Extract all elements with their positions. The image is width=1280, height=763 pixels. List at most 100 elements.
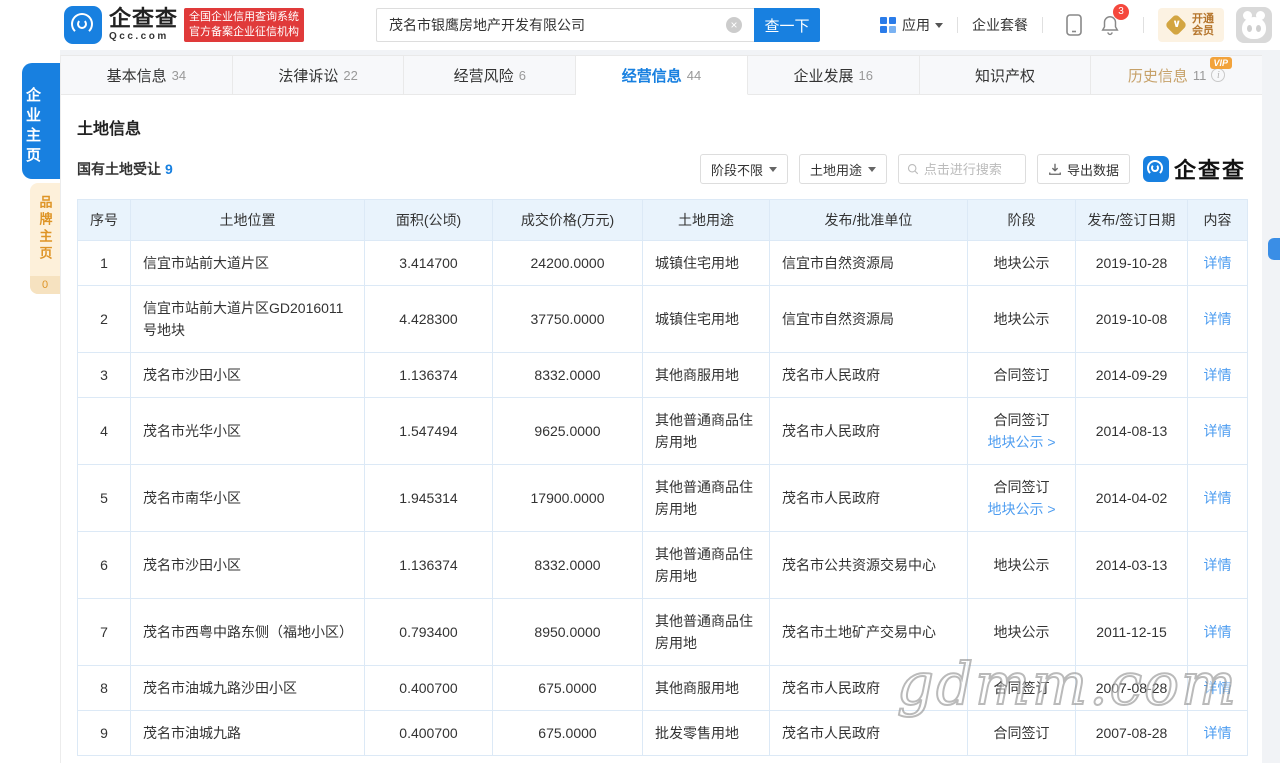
tab-2[interactable]: 法律诉讼 22 <box>232 56 405 95</box>
stage-filter-dropdown[interactable]: 阶段不限 <box>699 154 788 184</box>
cell-authority: 信宜市自然资源局 <box>769 285 968 353</box>
cell-price: 24200.0000 <box>492 240 643 286</box>
cell-date: 2019-10-28 <box>1075 240 1188 286</box>
notification-bell-icon[interactable]: 3 <box>1099 4 1129 37</box>
cell-location: 信宜市站前大道片区GD2016011号地块 <box>130 285 365 353</box>
side-float-button[interactable] <box>1268 238 1280 260</box>
clear-icon[interactable]: × <box>726 17 743 33</box>
tab-7[interactable]: 历史信息 11 VIP i <box>1091 56 1263 95</box>
cell-date: 2014-04-02 <box>1075 464 1188 532</box>
detail-link[interactable]: 详情 <box>1204 624 1232 640</box>
table-row: 8 茂名市油城九路沙田小区 0.400700 675.0000 其他商服用地 茂… <box>77 665 1248 711</box>
column-header: 土地用途 <box>642 199 770 241</box>
detail-link[interactable]: 详情 <box>1204 680 1232 696</box>
cell-index: 6 <box>77 531 131 599</box>
cell-location: 茂名市油城九路沙田小区 <box>130 665 365 711</box>
filter-bar: 阶段不限 土地用途 导出数据 企查查 <box>689 153 1246 185</box>
cell-stage: 合同签订 地块公示 > <box>967 397 1076 465</box>
tab-label: 基本信息 <box>106 67 167 85</box>
table-search-box[interactable] <box>897 154 1026 184</box>
enterprise-package-link[interactable]: 企业套餐 <box>972 15 1028 35</box>
cell-authority: 茂名市人民政府 <box>769 710 968 756</box>
cell-price: 8950.0000 <box>492 598 643 666</box>
detail-link[interactable]: 详情 <box>1204 255 1232 271</box>
cell-location: 茂名市光华小区 <box>130 397 365 465</box>
cell-index: 9 <box>77 710 131 756</box>
cell-price: 675.0000 <box>492 710 643 756</box>
table-header-row: 序号 土地位置 面积(公顷) 成交价格(万元) 土地用途 发布/批准单位 阶段 发布/签订日期… <box>77 199 1248 241</box>
table-row: 4 茂名市光华小区 1.547494 9625.0000 其他普通商品住房用地 … <box>77 397 1248 465</box>
export-data-button[interactable]: 导出数据 <box>1036 154 1130 184</box>
sidebar-tab-company-home[interactable]: 企业主页 <box>22 63 60 179</box>
column-header: 面积(公顷) <box>364 199 493 241</box>
detail-link[interactable]: 详情 <box>1204 423 1232 439</box>
cell-land-use: 其他普通商品住房用地 <box>642 464 770 532</box>
stage-announcement-link[interactable]: 地块公示 > <box>987 501 1055 517</box>
table-row: 3 茂名市沙田小区 1.136374 8332.0000 其他商服用地 茂名市人… <box>77 352 1248 398</box>
tab-count: 44 <box>686 67 702 83</box>
topbar: 企查查 Qcc.com 全国企业信用查询系统 官方备案企业征信机构 × 查一下 … <box>0 0 1280 50</box>
apps-menu[interactable]: 应用 <box>880 15 943 35</box>
table-row: 7 茂名市西粤中路东侧（福地小区） 0.793400 8950.0000 其他普… <box>77 598 1248 666</box>
tab-1[interactable]: 基本信息 34 <box>61 56 233 95</box>
detail-link[interactable]: 详情 <box>1204 311 1232 327</box>
cell-date: 2014-09-29 <box>1075 352 1188 398</box>
tab-label: 历史信息 <box>1127 67 1188 85</box>
land-info-section: 土地信息 国有土地受让 9 阶段不限 土地用途 点击进行搜索 导出数据 企查查 … <box>61 115 1262 756</box>
tab-label: 企业发展 <box>793 67 854 85</box>
column-header: 发布/签订日期 <box>1075 199 1188 241</box>
cell-price: 17900.0000 <box>492 464 643 532</box>
cell-location: 茂名市南华小区 <box>130 464 365 532</box>
table-search-input[interactable] <box>923 161 1017 177</box>
land-use-filter-dropdown[interactable]: 土地用途 <box>798 154 887 184</box>
cell-area: 4.428300 <box>364 285 493 353</box>
cell-date: 2007-08-28 <box>1075 710 1188 756</box>
stage-announcement-link[interactable]: 地块公示 > <box>987 434 1055 450</box>
cell-authority: 茂名市土地矿产交易中心 <box>769 598 968 666</box>
cell-location: 茂名市沙田小区 <box>130 531 365 599</box>
table-row: 6 茂名市沙田小区 1.136374 8332.0000 其他普通商品住房用地 … <box>77 531 1248 599</box>
cell-detail: 详情 <box>1187 710 1248 756</box>
tab-count: 11 <box>1192 67 1207 83</box>
cell-authority: 茂名市人民政府 <box>769 352 968 398</box>
tab-count: 34 <box>171 67 187 83</box>
cell-land-use: 城镇住宅用地 <box>642 285 770 353</box>
tab-4[interactable]: 经营信息 44 <box>576 56 748 95</box>
company-detail-card: 基本信息 34 法律诉讼 22 经营风险 6 经营信息 44 企业发展 16 知识产权 历史信息 11 V… <box>60 55 1263 763</box>
cell-authority: 茂名市人民政府 <box>769 397 968 465</box>
cell-detail: 详情 <box>1187 531 1248 599</box>
mobile-app-icon[interactable] <box>1065 13 1083 37</box>
qcc-logo-icon <box>1142 156 1169 182</box>
detail-link[interactable]: 详情 <box>1204 367 1232 383</box>
cell-area: 1.547494 <box>364 397 493 465</box>
cell-detail: 详情 <box>1187 464 1248 532</box>
cell-location: 茂名市沙田小区 <box>130 352 365 398</box>
detail-link[interactable]: 详情 <box>1204 725 1232 741</box>
detail-link[interactable]: 详情 <box>1204 490 1232 506</box>
cell-detail: 详情 <box>1187 240 1248 286</box>
search-input[interactable] <box>376 8 755 42</box>
cell-authority: 茂名市公共资源交易中心 <box>769 531 968 599</box>
tab-5[interactable]: 企业发展 16 <box>747 56 920 95</box>
column-header: 发布/批准单位 <box>769 199 968 241</box>
open-vip-button[interactable]: ∨ 开通 会员 <box>1158 8 1224 42</box>
subtitle-count: 9 <box>165 161 173 177</box>
qcc-logo[interactable]: 企查查 Qcc.com 全国企业信用查询系统 官方备案企业征信机构 <box>64 6 305 44</box>
table-row: 2 信宜市站前大道片区GD2016011号地块 4.428300 37750.0… <box>77 285 1248 353</box>
info-icon: i <box>1211 68 1226 82</box>
table-row: 9 茂名市油城九路 0.400700 675.0000 批发零售用地 茂名市人民… <box>77 710 1248 756</box>
vip-crown-icon: ∨ <box>1164 13 1188 37</box>
tab-6[interactable]: 知识产权 <box>919 56 1092 95</box>
tab-3[interactable]: 经营风险 6 <box>404 56 577 95</box>
detail-link[interactable]: 详情 <box>1204 557 1232 573</box>
cell-land-use: 批发零售用地 <box>642 710 770 756</box>
apps-label: 应用 <box>902 17 930 33</box>
qcc-watermark-logo: 企查查 <box>1142 153 1246 185</box>
search-button[interactable]: 查一下 <box>754 8 821 42</box>
sidebar-tab-brand-home[interactable]: 品牌主页 0 <box>30 183 60 294</box>
tab-count: 6 <box>518 67 526 83</box>
cell-index: 8 <box>77 665 131 711</box>
cell-stage: 地块公示 <box>967 240 1076 286</box>
cell-area: 1.136374 <box>364 352 493 398</box>
user-avatar[interactable] <box>1236 7 1272 43</box>
